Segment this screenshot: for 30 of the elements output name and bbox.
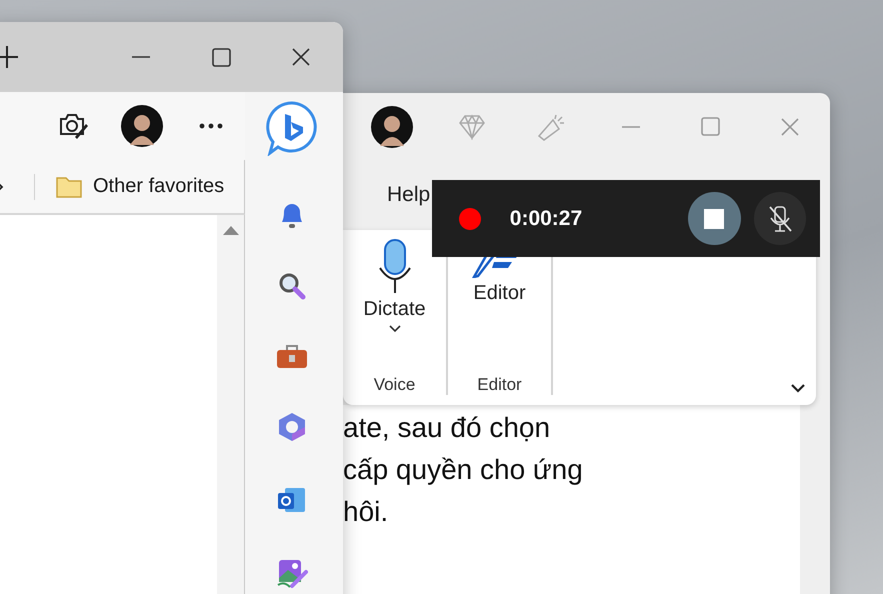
stop-button[interactable] [688, 192, 741, 245]
recording-timer: 0:00:27 [510, 206, 582, 230]
folder-icon [55, 174, 83, 198]
microphone-icon [378, 238, 412, 294]
minimize-icon[interactable] [131, 55, 151, 59]
document-text: hôi. [343, 495, 390, 529]
more-icon[interactable] [198, 123, 222, 129]
plus-icon[interactable] [0, 46, 18, 68]
maximize-icon[interactable] [212, 48, 230, 66]
toolbox-icon[interactable] [276, 343, 308, 369]
mail-icon[interactable] [277, 485, 307, 515]
menu-item[interactable]: Help [385, 183, 432, 207]
stop-icon [704, 208, 724, 228]
hexagon-icon[interactable] [277, 412, 307, 442]
search-icon[interactable] [278, 272, 306, 300]
group-label: Voice [374, 375, 416, 395]
microphone-muted-icon [766, 204, 793, 232]
scroll-up-icon[interactable] [222, 225, 238, 235]
ribbon-command[interactable]: Dictate [363, 238, 426, 358]
chevron-down-icon [388, 325, 400, 333]
camera-icon[interactable] [58, 112, 88, 140]
group-label: Editor [477, 375, 522, 395]
close-icon[interactable] [291, 47, 311, 67]
avatar-icon[interactable] [370, 106, 413, 148]
document-text: cấp quyền cho ứng [343, 453, 584, 487]
collapse-ribbon-button[interactable] [790, 383, 806, 393]
avatar-icon[interactable] [120, 105, 162, 147]
document-text: ate, sau đó chọn [343, 411, 552, 445]
image-brush-icon[interactable] [276, 558, 308, 590]
favorites-folder[interactable]: Other favorites [51, 170, 228, 202]
